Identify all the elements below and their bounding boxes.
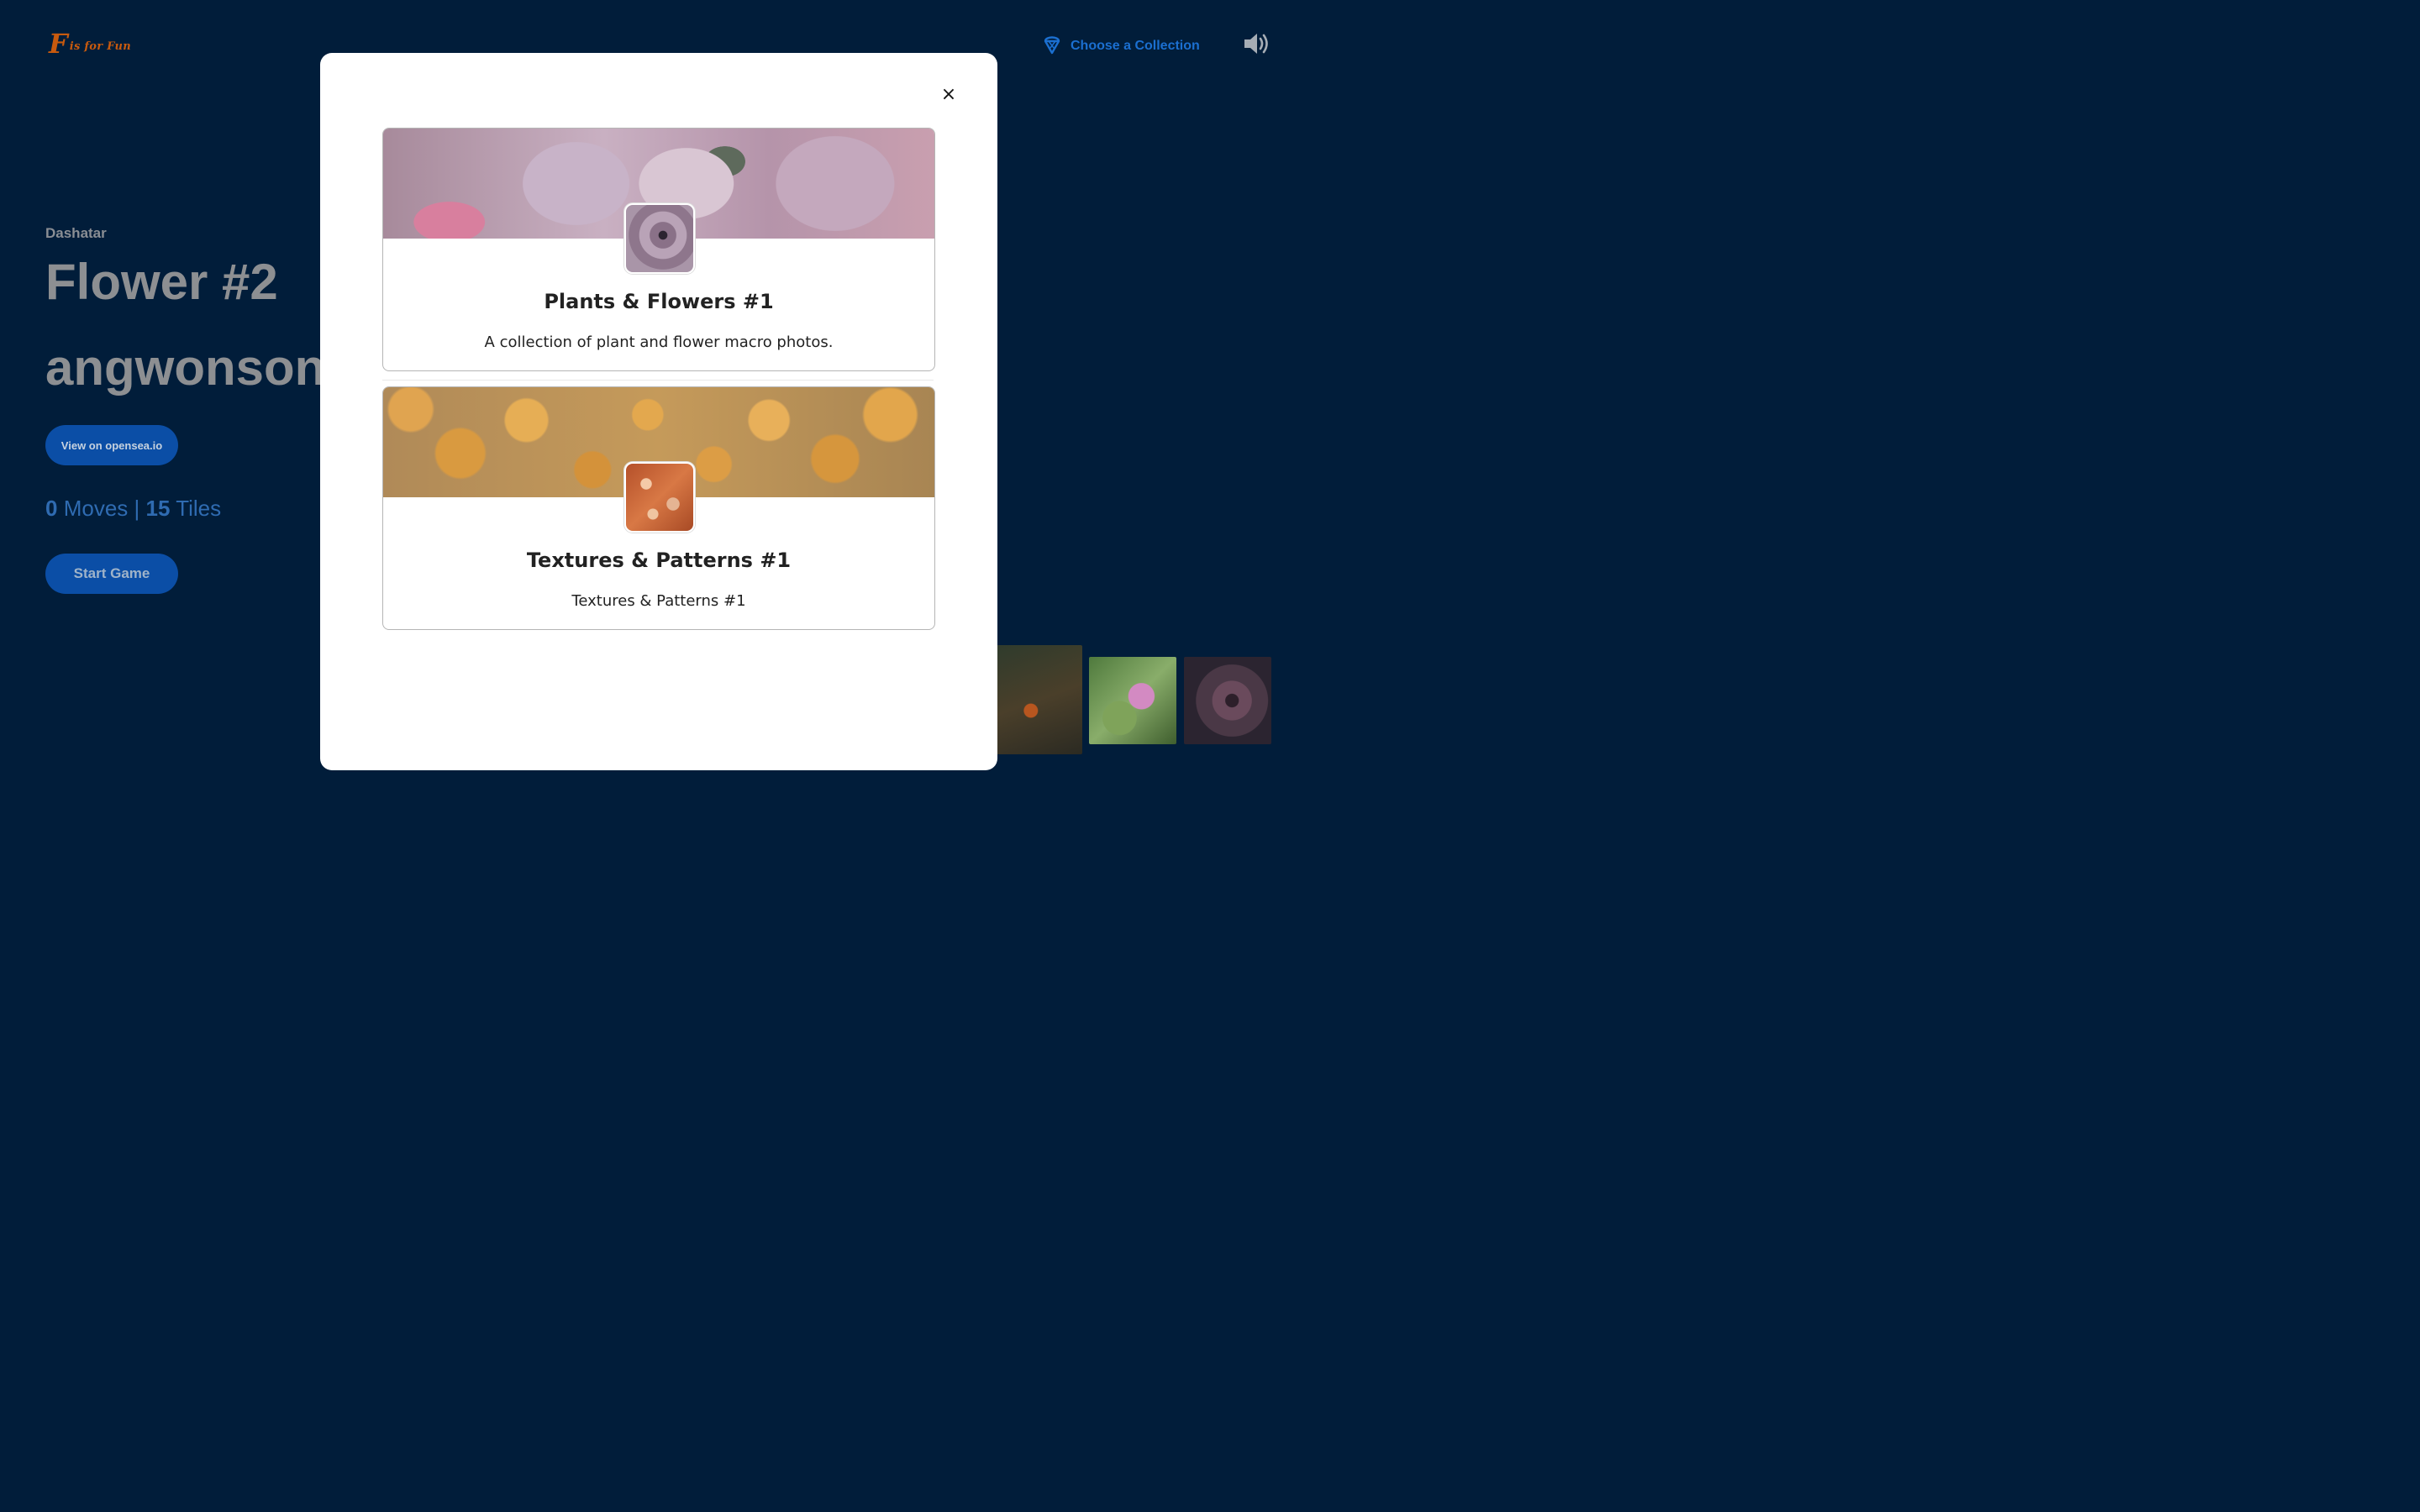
choose-collection-label: Choose a Collection — [1071, 38, 1200, 53]
tiles-label: Tiles — [176, 496, 222, 521]
app-logo[interactable]: F is for Fun — [49, 30, 150, 57]
moves-label: Moves — [63, 496, 129, 521]
speaker-on-icon[interactable] — [1242, 30, 1270, 57]
tiles-count: 15 — [145, 496, 171, 521]
puzzle-page: F is for Fun Choose a Collection Dashata… — [0, 0, 1318, 823]
close-icon[interactable]: × — [938, 83, 960, 105]
collection-avatar-image — [624, 462, 695, 533]
artwork-thumbnail[interactable] — [1089, 657, 1176, 744]
logo-letter: F — [49, 28, 68, 60]
card-divider — [382, 380, 934, 381]
artwork-thumbnail[interactable] — [997, 645, 1082, 754]
logo-text: is for Fun — [69, 39, 132, 53]
ice-cream-icon — [1042, 32, 1062, 60]
artwork-thumbnail[interactable] — [1184, 657, 1271, 744]
moves-count: 0 — [45, 496, 58, 521]
artwork-title-line2: angwonson — [45, 339, 326, 396]
stats-separator: | — [134, 496, 140, 521]
collection-description: Textures & Patterns #1 — [571, 592, 746, 610]
collection-description: A collection of plant and flower macro p… — [484, 333, 834, 351]
collection-modal: × Plants & Flowers #1 A collection of pl… — [320, 53, 997, 770]
view-on-opensea-button[interactable]: View on opensea.io — [45, 425, 178, 465]
artist-name: Dashatar — [45, 225, 107, 241]
collection-title: Plants & Flowers #1 — [544, 290, 774, 313]
collection-title: Textures & Patterns #1 — [526, 549, 792, 572]
choose-collection-link[interactable]: Choose a Collection — [1042, 32, 1200, 60]
game-stats: 0 Moves | 15 Tiles — [45, 496, 221, 522]
artwork-title-line1: Flower #2 — [45, 254, 278, 310]
collection-card-textures-patterns[interactable]: Textures & Patterns #1 Textures & Patter… — [382, 386, 935, 630]
collection-card-plants-flowers[interactable]: Plants & Flowers #1 A collection of plan… — [382, 128, 935, 371]
start-game-button[interactable]: Start Game — [45, 554, 178, 594]
collection-avatar-image — [624, 203, 695, 274]
